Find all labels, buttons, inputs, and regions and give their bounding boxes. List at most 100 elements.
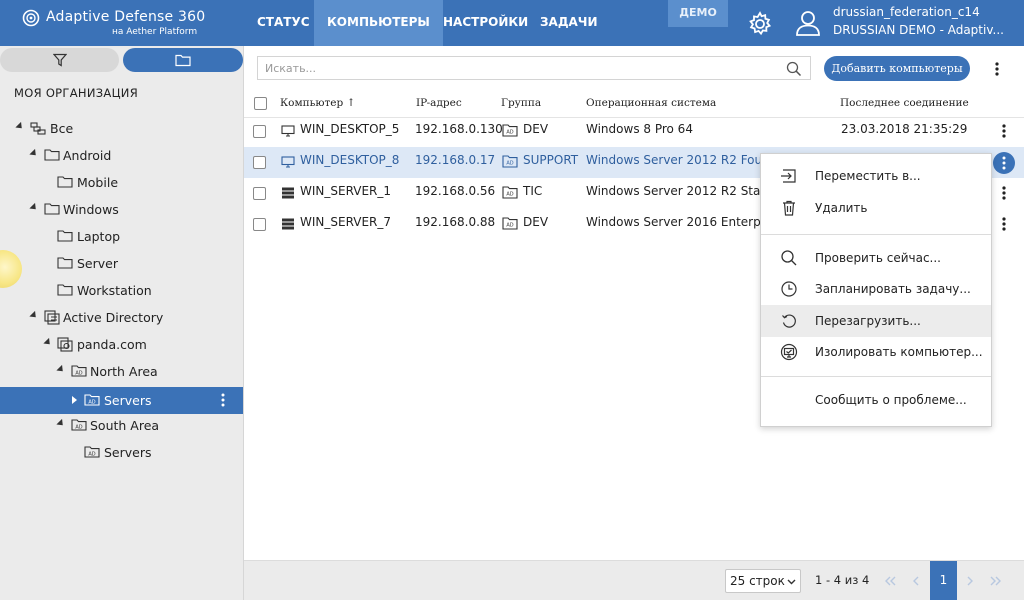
user-name[interactable]: drussian_federation_c14: [833, 5, 980, 19]
tree-item-mobile[interactable]: Mobile: [0, 169, 243, 196]
gear-icon[interactable]: [746, 10, 774, 38]
groups-toggle-button[interactable]: [123, 48, 243, 72]
column-header-ip[interactable]: IP-адрес: [416, 97, 462, 109]
row-more-options-icon[interactable]: [1002, 185, 1006, 201]
column-header-computer[interactable]: Компьютер ↑: [280, 97, 355, 109]
more-options-icon[interactable]: [995, 61, 999, 77]
tree-item-south-area[interactable]: AD South Area: [0, 412, 243, 439]
folder-icon: [44, 203, 60, 215]
computer-name[interactable]: WIN_SERVER_7: [300, 215, 391, 229]
tree-item-label: Laptop: [77, 229, 121, 244]
double-chevron-right-icon: [990, 576, 1001, 586]
computer-name[interactable]: WIN_DESKTOP_5: [300, 122, 399, 136]
menu-item-scan-now[interactable]: Проверить сейчас...: [761, 242, 991, 274]
tree-item-south-servers[interactable]: AD Servers: [0, 439, 243, 466]
table-row[interactable]: WIN_DESKTOP_5 192.168.0.130 AD DEV Windo…: [244, 116, 1024, 147]
double-chevron-left-icon: [885, 576, 896, 586]
collapse-arrow-icon[interactable]: [56, 364, 66, 375]
tab-settings[interactable]: НАСТРОЙКИ: [430, 0, 541, 46]
more-options-icon[interactable]: [221, 392, 225, 408]
tree-item-panda-com[interactable]: panda.com: [0, 331, 243, 358]
filters-toggle-button[interactable]: [0, 48, 119, 72]
brand-subtitle: на Aether Platform: [112, 27, 198, 37]
column-header-last-connection[interactable]: Последнее соединение: [840, 97, 969, 109]
row-more-options-icon[interactable]: [1002, 123, 1006, 139]
collapse-arrow-icon[interactable]: [29, 148, 39, 159]
row-more-options-button-active[interactable]: [993, 152, 1015, 174]
tree-item-label: Active Directory: [63, 310, 164, 325]
select-all-checkbox[interactable]: [254, 97, 267, 110]
search-input[interactable]: [258, 57, 768, 79]
column-computer-label: Компьютер: [280, 97, 344, 109]
tree-item-server[interactable]: Server: [0, 250, 243, 277]
brand-title: Adaptive Defense 360: [46, 9, 206, 25]
current-page-button[interactable]: 1: [930, 561, 957, 600]
folder-icon: [57, 230, 73, 242]
collapse-arrow-icon[interactable]: [29, 310, 39, 321]
menu-item-label: Удалить: [815, 201, 868, 215]
table-header: Компьютер ↑ IP-адрес Группа Операционная…: [244, 90, 1024, 118]
adaptive-defense-logo-icon: [22, 9, 40, 27]
menu-item-label: Изолировать компьютер...: [815, 345, 983, 359]
tree-item-north-area[interactable]: AD North Area: [0, 358, 243, 385]
menu-item-report-problem[interactable]: Сообщить о проблеме...: [761, 384, 991, 416]
column-header-group[interactable]: Группа: [501, 97, 541, 109]
group-name: DEV: [523, 122, 549, 136]
menu-item-isolate-computer[interactable]: Изолировать компьютер...: [761, 336, 991, 368]
schedule-task-icon: [781, 281, 797, 297]
row-more-options-icon[interactable]: [1002, 216, 1006, 232]
search-box[interactable]: [257, 56, 811, 80]
row-checkbox[interactable]: [253, 125, 266, 138]
brand[interactable]: Adaptive Defense 360 на Aether Platform: [22, 8, 212, 40]
user-organization[interactable]: DRUSSIAN DEMO - Adaptiv...: [833, 23, 1003, 37]
sort-ascending-icon[interactable]: ↑: [347, 97, 356, 109]
menu-item-move-to[interactable]: Переместить в...: [761, 160, 991, 192]
tree-item-android[interactable]: Android: [0, 142, 243, 169]
all-computers-icon: [30, 122, 46, 135]
tree-item-workstation[interactable]: Workstation: [0, 277, 243, 304]
tab-computers[interactable]: КОМПЬЮТЕРЫ: [314, 0, 443, 46]
collapse-arrow-icon[interactable]: [15, 121, 25, 132]
tree-item-active-directory[interactable]: Active Directory: [0, 304, 243, 331]
tree-item-laptop[interactable]: Laptop: [0, 223, 243, 250]
last-page-button[interactable]: [984, 569, 1008, 593]
tree-item-windows[interactable]: Windows: [0, 196, 243, 223]
tree-item-north-servers[interactable]: AD Servers: [0, 387, 243, 414]
column-header-os[interactable]: Операционная система: [586, 97, 716, 109]
collapse-arrow-icon[interactable]: [29, 202, 39, 213]
ip-address: 192.168.0.88: [415, 215, 496, 229]
chevron-right-icon: [967, 576, 973, 586]
search-icon[interactable]: [786, 61, 802, 77]
tree-item-label: Server: [77, 256, 118, 271]
previous-page-button[interactable]: [904, 569, 928, 593]
group-name: SUPPORT: [523, 153, 579, 167]
tree-item-all[interactable]: Все: [0, 115, 243, 142]
ad-folder-icon: AD: [502, 186, 518, 199]
menu-item-delete[interactable]: Удалить: [761, 192, 991, 224]
collapse-arrow-icon[interactable]: [43, 337, 53, 348]
menu-item-label: Перезагрузить...: [815, 314, 921, 328]
tab-status[interactable]: СТАТУС: [244, 0, 323, 46]
expand-arrow-icon[interactable]: [72, 396, 77, 404]
row-checkbox[interactable]: [253, 187, 266, 200]
rows-per-page-select[interactable]: 25 строк: [725, 569, 801, 593]
next-page-button[interactable]: [958, 569, 982, 593]
computer-name[interactable]: WIN_DESKTOP_8: [300, 153, 399, 167]
menu-item-schedule-task[interactable]: Запланировать задачу...: [761, 273, 991, 305]
svg-text:AD: AD: [506, 192, 513, 198]
computer-name[interactable]: WIN_SERVER_1: [300, 184, 391, 198]
server-icon: [282, 218, 294, 230]
user-avatar-icon[interactable]: [793, 8, 823, 38]
row-checkbox[interactable]: [253, 156, 266, 169]
restart-icon: [782, 314, 796, 328]
row-checkbox[interactable]: [253, 218, 266, 231]
collapse-arrow-icon[interactable]: [56, 418, 66, 429]
menu-item-label: Переместить в...: [815, 169, 921, 183]
tab-tasks[interactable]: ЗАДАЧИ: [527, 0, 611, 46]
add-computers-button[interactable]: Добавить компьютеры: [824, 56, 970, 81]
first-page-button[interactable]: [878, 569, 902, 593]
menu-item-restart[interactable]: Перезагрузить...: [761, 305, 991, 337]
desktop-computer-icon: [281, 156, 295, 168]
operating-system: Windows Server 2016 Enterpris: [586, 215, 776, 229]
server-icon: [282, 187, 294, 199]
